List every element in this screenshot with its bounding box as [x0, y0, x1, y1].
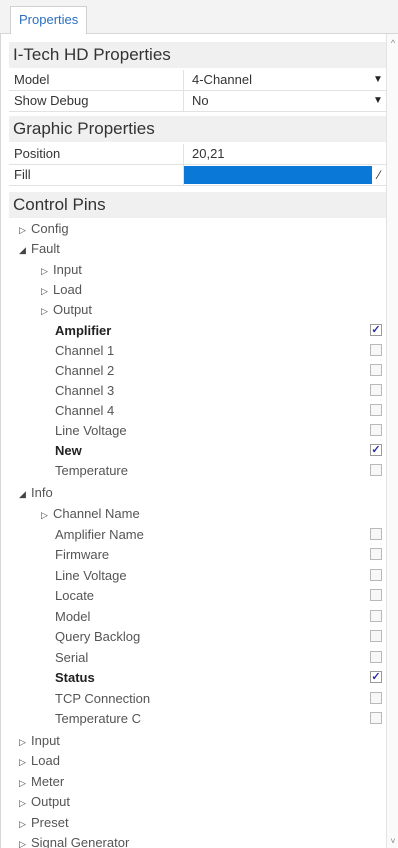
collapse-icon[interactable]: ◢: [19, 240, 31, 260]
tree-item-output[interactable]: ▷ Output: [1, 792, 386, 812]
tree-item-preset[interactable]: ▷ Preset: [1, 813, 386, 833]
fill-color-swatch[interactable]: [184, 166, 372, 184]
tree-item-line-voltage-info[interactable]: Line Voltage: [1, 566, 386, 586]
position-row[interactable]: Position 20,21: [9, 144, 386, 165]
tree-item-status[interactable]: Status ✓: [1, 668, 386, 688]
checkbox-locate[interactable]: [370, 589, 382, 601]
expand-icon[interactable]: ▷: [19, 814, 31, 834]
checkbox-model[interactable]: [370, 610, 382, 622]
expand-icon[interactable]: ▷: [19, 834, 31, 848]
expand-icon[interactable]: ▷: [41, 281, 53, 301]
model-label: Model: [9, 70, 184, 90]
tree-item-channel-3[interactable]: Channel 3: [1, 381, 386, 401]
tree-item-channel-2[interactable]: Channel 2: [1, 361, 386, 381]
tree-item-model[interactable]: Model: [1, 607, 386, 627]
checkbox-line-voltage-fault[interactable]: [370, 424, 382, 436]
checkbox-channel-1[interactable]: [370, 344, 382, 356]
tree-item-locate[interactable]: Locate: [1, 586, 386, 606]
tab-properties[interactable]: Properties: [10, 6, 88, 34]
checkbox-tcp-connection[interactable]: [370, 692, 382, 704]
expand-icon[interactable]: ▷: [19, 752, 31, 772]
show-debug-label: Show Debug: [9, 91, 184, 111]
expand-icon[interactable]: ▷: [41, 505, 53, 525]
eyedropper-icon[interactable]: ⁄: [373, 165, 385, 185]
checkbox-channel-3[interactable]: [370, 384, 382, 396]
checkbox-line-voltage-info[interactable]: [370, 569, 382, 581]
chevron-down-icon[interactable]: ▼: [373, 70, 383, 90]
vertical-scrollbar[interactable]: ^ ˅: [386, 34, 398, 848]
tree-item-fault-input[interactable]: ▷ Input: [1, 260, 386, 280]
scroll-down-icon[interactable]: ˅: [388, 836, 398, 846]
tree-item-fault[interactable]: ◢ Fault: [1, 239, 386, 259]
tree-item-channel-1[interactable]: Channel 1: [1, 341, 386, 361]
checkbox-channel-4[interactable]: [370, 404, 382, 416]
tree-item-temperature[interactable]: Temperature: [1, 461, 386, 481]
show-debug-value[interactable]: No: [184, 91, 386, 111]
tree-item-query-backlog[interactable]: Query Backlog: [1, 627, 386, 647]
fill-row[interactable]: Fill ⁄: [9, 165, 386, 186]
section-ith-header: I-Tech HD Properties: [9, 42, 386, 68]
tree-item-channel-4[interactable]: Channel 4: [1, 401, 386, 421]
tree-item-input[interactable]: ▷ Input: [1, 731, 386, 751]
checkbox-query-backlog[interactable]: [370, 630, 382, 642]
tree-item-new[interactable]: New ✓: [1, 441, 386, 461]
checkbox-amplifier-name[interactable]: [370, 528, 382, 540]
tree-item-line-voltage-fault[interactable]: Line Voltage: [1, 421, 386, 441]
checkbox-channel-2[interactable]: [370, 364, 382, 376]
section-pins-header: Control Pins: [9, 192, 386, 218]
checkbox-new[interactable]: ✓: [370, 444, 382, 456]
model-value[interactable]: 4-Channel: [184, 70, 386, 90]
section-graphic-header: Graphic Properties: [9, 116, 386, 142]
checkbox-firmware[interactable]: [370, 548, 382, 560]
checkbox-status[interactable]: ✓: [370, 671, 382, 683]
properties-panel: I-Tech HD Properties Model 4-Channel ▼ S…: [0, 34, 386, 848]
checkbox-temperature[interactable]: [370, 464, 382, 476]
tree-item-config[interactable]: ▷ Config: [1, 219, 386, 239]
tree-item-firmware[interactable]: Firmware: [1, 545, 386, 565]
expand-icon[interactable]: ▷: [19, 773, 31, 793]
expand-icon[interactable]: ▷: [41, 261, 53, 281]
tree-item-fault-output[interactable]: ▷ Output: [1, 300, 386, 320]
checkbox-serial[interactable]: [370, 651, 382, 663]
expand-icon[interactable]: ▷: [41, 301, 53, 321]
tree-item-amplifier[interactable]: Amplifier ✓: [1, 321, 386, 341]
expand-icon[interactable]: ▷: [19, 732, 31, 752]
expand-icon[interactable]: ▷: [19, 793, 31, 813]
tree-item-load[interactable]: ▷ Load: [1, 751, 386, 771]
checkbox-temperature-c[interactable]: [370, 712, 382, 724]
position-value[interactable]: 20,21: [184, 144, 386, 164]
checkbox-amplifier[interactable]: ✓: [370, 324, 382, 336]
expand-icon[interactable]: ▷: [19, 220, 31, 240]
model-row[interactable]: Model 4-Channel ▼: [9, 70, 386, 91]
tree-item-info[interactable]: ◢ Info: [1, 483, 386, 503]
position-label: Position: [9, 144, 184, 164]
fill-label: Fill: [9, 165, 184, 185]
tree-item-serial[interactable]: Serial: [1, 648, 386, 668]
collapse-icon[interactable]: ◢: [19, 484, 31, 504]
tree-item-tcp-connection[interactable]: TCP Connection: [1, 689, 386, 709]
show-debug-row[interactable]: Show Debug No ▼: [9, 91, 386, 112]
chevron-down-icon[interactable]: ▼: [373, 91, 383, 111]
scroll-up-icon[interactable]: ^: [388, 38, 398, 48]
tree-item-meter[interactable]: ▷ Meter: [1, 772, 386, 792]
tab-bar: Properties: [0, 0, 398, 34]
tree-item-amplifier-name[interactable]: Amplifier Name: [1, 525, 386, 545]
tree-item-channel-name[interactable]: ▷ Channel Name: [1, 504, 386, 524]
tree-item-fault-load[interactable]: ▷ Load: [1, 280, 386, 300]
tree-item-temperature-c[interactable]: Temperature C: [1, 709, 386, 729]
tree-item-signal-generator[interactable]: ▷ Signal Generator: [1, 833, 386, 848]
